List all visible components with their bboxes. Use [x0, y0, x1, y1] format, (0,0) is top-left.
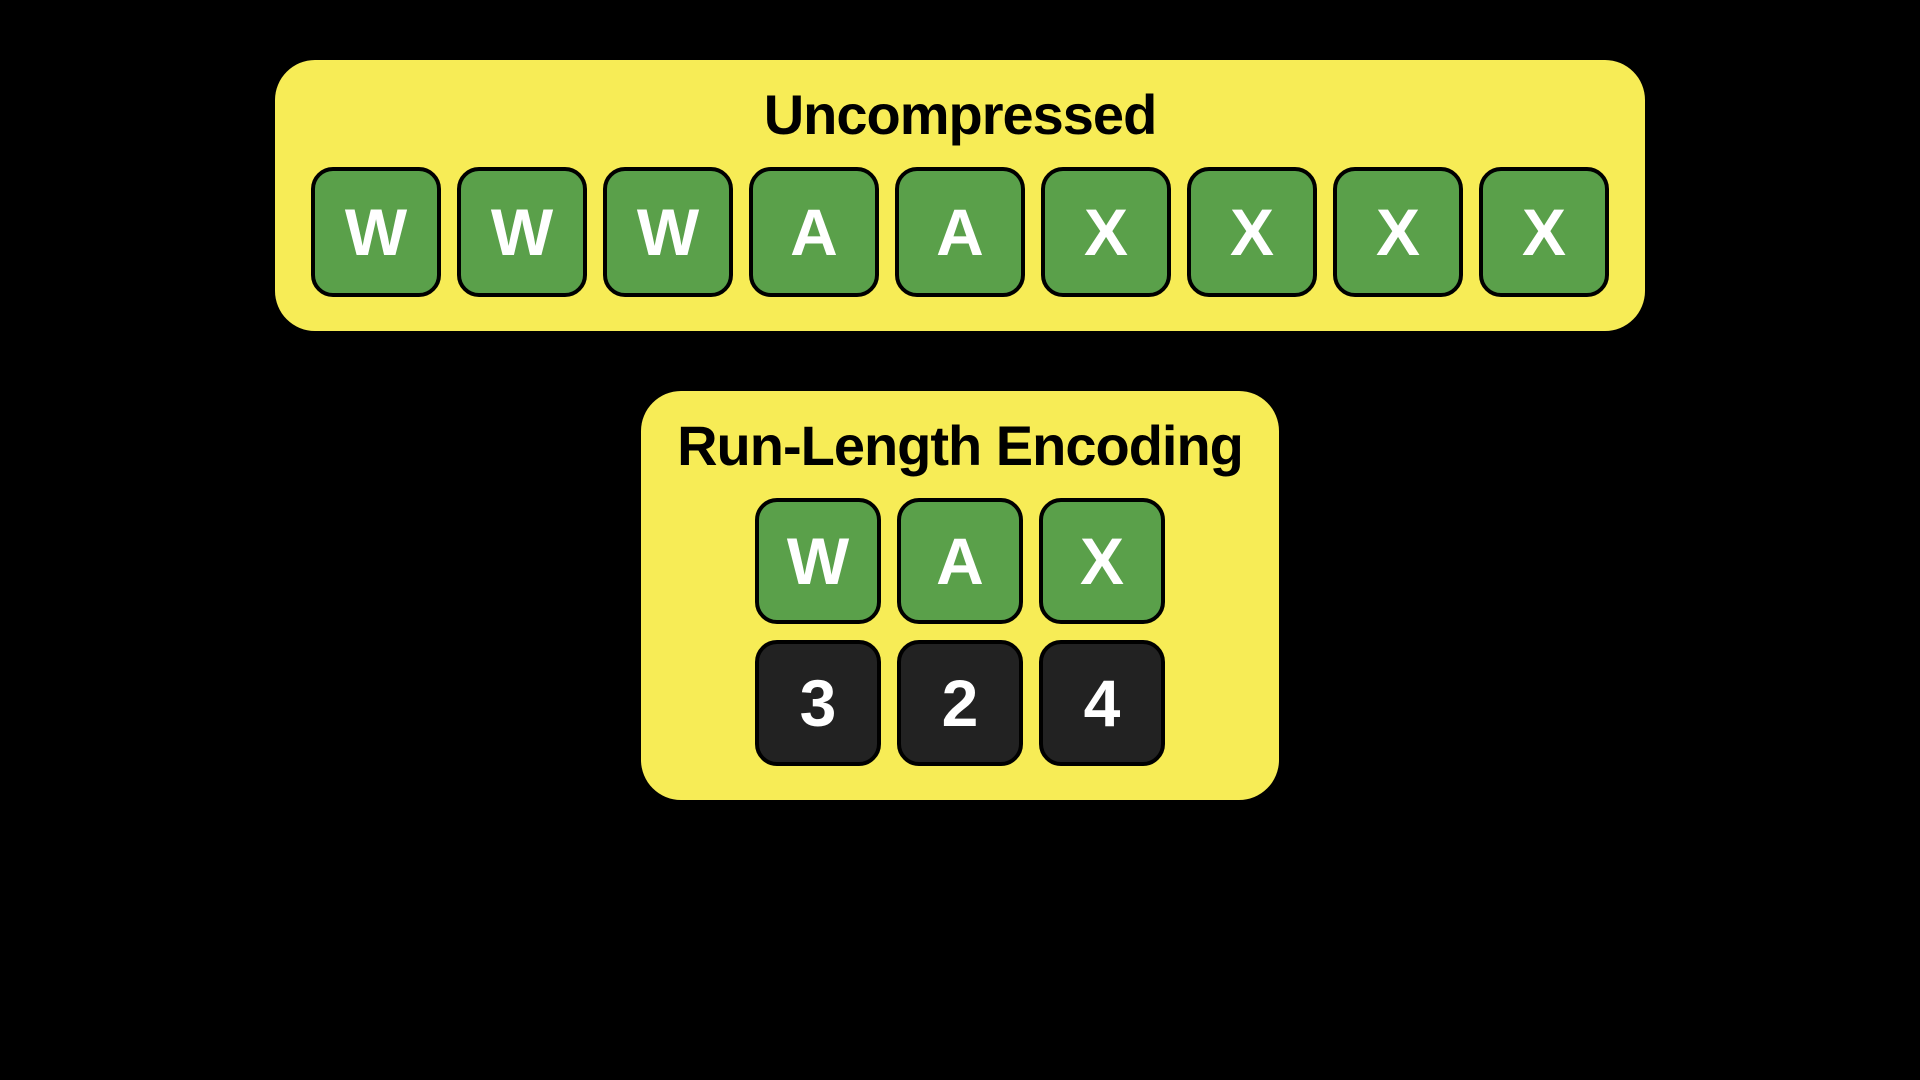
char-tile: X [1041, 167, 1171, 297]
char-tile: W [755, 498, 881, 624]
rle-count-row: 3 2 4 [755, 640, 1165, 766]
uncompressed-panel: Uncompressed W W W A A X X X X [275, 60, 1645, 331]
char-tile: A [749, 167, 879, 297]
char-tile: X [1333, 167, 1463, 297]
rle-title: Run-Length Encoding [677, 413, 1243, 478]
count-tile: 2 [897, 640, 1023, 766]
char-tile: X [1039, 498, 1165, 624]
char-tile: W [457, 167, 587, 297]
count-tile: 4 [1039, 640, 1165, 766]
char-tile: X [1479, 167, 1609, 297]
char-tile: X [1187, 167, 1317, 297]
rle-panel: Run-Length Encoding W A X 3 2 4 [641, 391, 1279, 800]
char-tile: A [897, 498, 1023, 624]
char-tile: W [311, 167, 441, 297]
uncompressed-row: W W W A A X X X X [311, 167, 1609, 297]
char-tile: A [895, 167, 1025, 297]
count-tile: 3 [755, 640, 881, 766]
char-tile: W [603, 167, 733, 297]
uncompressed-title: Uncompressed [764, 82, 1157, 147]
rle-char-row: W A X [755, 498, 1165, 624]
